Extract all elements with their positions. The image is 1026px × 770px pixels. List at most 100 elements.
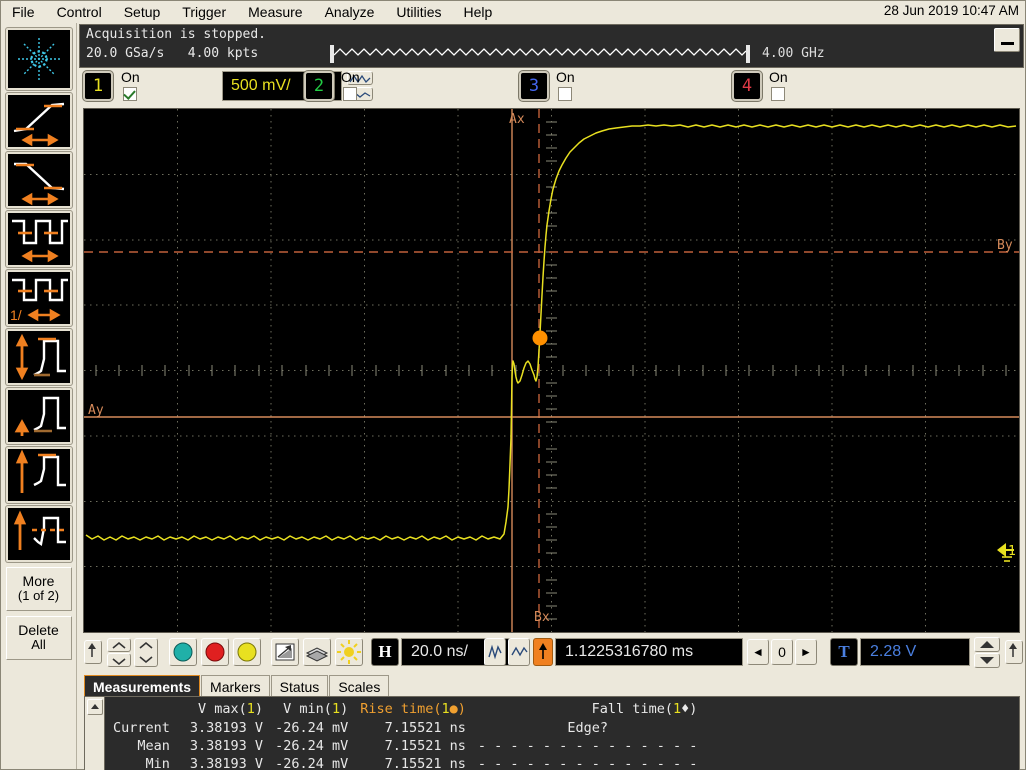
position-ref-icon[interactable] [533, 638, 553, 666]
nav-down-icon[interactable] [107, 653, 131, 667]
bandwidth-label: 4.00 GHz [762, 46, 825, 61]
delete-all-sub: All [31, 637, 46, 653]
channel-3-button[interactable]: 3 [519, 71, 549, 101]
brightness-icon[interactable] [335, 638, 363, 666]
menu-item-measure[interactable]: Measure [237, 3, 313, 21]
horizontal-icon-label: H [378, 642, 392, 661]
tab-markers[interactable]: Markers [201, 675, 270, 697]
color-grade-red-button[interactable] [201, 638, 229, 666]
channel-2-button[interactable]: 2 [304, 71, 334, 101]
cell-current-rise: 7.15521 ns [384, 720, 466, 736]
tab-measurements[interactable]: Measurements [84, 675, 201, 697]
tab-status[interactable]: Status [270, 675, 329, 697]
cell-min-vmin: -26.24 mV [275, 756, 349, 770]
menu-item-trigger[interactable]: Trigger [171, 3, 237, 21]
horizontal-roll-icon[interactable] [508, 638, 530, 666]
average-icon[interactable] [5, 506, 72, 562]
rise-time-marker [532, 330, 548, 346]
color-grade-teal-button[interactable] [169, 638, 197, 666]
cell-mean-fall: - - - - - - - - - - - - - - [477, 738, 698, 754]
horizontal-icon[interactable]: H [371, 638, 399, 666]
column-header-vmin: V min(1) [283, 701, 349, 717]
acquisition-rate-text: 20.0 GSa/s 4.00 kpts [86, 46, 258, 61]
cell-mean-rise: 7.15521 ns [384, 738, 466, 754]
menu-item-utilities[interactable]: Utilities [385, 3, 452, 21]
measurements-panel: V max(1) V min(1) Rise time(1●) Fall tim… [84, 696, 1020, 770]
scroll-up-icon[interactable] [87, 699, 103, 715]
channel-1-on-label: On [121, 69, 140, 85]
tab-scales[interactable]: Scales [329, 675, 390, 697]
table-row: Min 3.38193 V -26.24 mV 7.15521 ns - - -… [107, 755, 703, 770]
nav-up-icon[interactable] [107, 638, 131, 652]
column-header-fall-time: Fall time(1♦) [591, 701, 698, 717]
trigger-increase-icon[interactable] [974, 637, 1000, 652]
peak-to-peak-icon[interactable] [5, 447, 72, 503]
channel-4-checkbox[interactable] [771, 87, 785, 101]
segment-number[interactable]: 0 [771, 639, 793, 665]
bandwidth-waveform-indicator [330, 45, 750, 63]
column-header-rise-time: Rise time(1●) [360, 701, 466, 717]
channel-1-checkbox[interactable] [123, 87, 137, 101]
row-label-min: Min [145, 756, 170, 770]
trigger-icon[interactable]: T [830, 638, 858, 666]
channel-3-checkbox[interactable] [558, 87, 572, 101]
acquisition-status-bar: Acquisition is stopped. 20.0 GSa/s 4.00 … [79, 24, 1024, 68]
trigger-mode-icon[interactable] [1005, 640, 1023, 664]
trigger-level-field[interactable]: 2.28 V [860, 638, 970, 666]
trigger-level-up-icon[interactable] [84, 640, 102, 664]
waveform-display[interactable]: Ax Bx By Ay 1 [83, 108, 1020, 633]
menu-item-setup[interactable]: Setup [113, 3, 172, 21]
minimize-button[interactable] [994, 28, 1020, 52]
print-icon[interactable] [303, 638, 331, 666]
main-panel: Acquisition is stopped. 20.0 GSa/s 4.00 … [78, 23, 1025, 770]
nav-expand-icon[interactable] [134, 638, 158, 667]
channel-toolbar: 1 On 500 mV/ 2 On 3 On 4 On [79, 69, 1024, 104]
more-button-sub: (1 of 2) [17, 588, 60, 604]
menu-item-help[interactable]: Help [453, 3, 504, 21]
persistence-icon[interactable] [271, 638, 299, 666]
delete-all-button[interactable]: Delete All [5, 616, 72, 661]
delete-all-label: Delete [18, 622, 59, 639]
trigger-icon-label: T [838, 642, 850, 661]
acquisition-status-text: Acquisition is stopped. [86, 27, 267, 42]
svg-text:1/: 1/ [10, 307, 22, 323]
base-icon[interactable] [5, 388, 72, 444]
svg-text:Bx: Bx [534, 610, 550, 625]
cell-mean-vmin: -26.24 mV [275, 738, 349, 754]
column-header-vmax: V max(1) [198, 701, 264, 717]
period-icon[interactable] [5, 211, 72, 267]
channel-4-button[interactable]: 4 [732, 71, 762, 101]
segment-prev-button[interactable]: ◄ [747, 639, 769, 665]
fall-time-icon[interactable] [5, 152, 72, 208]
channel-1-button[interactable]: 1 [83, 71, 113, 101]
table-corner [107, 700, 184, 719]
cell-mean-vmax: 3.38193 V [189, 738, 264, 754]
oscilloscope-app: File Control Setup Trigger Measure Analy… [0, 0, 1026, 770]
delay-field[interactable]: 1.1225316780 ms [555, 638, 743, 666]
channel-4-on-label: On [769, 69, 788, 85]
amplitude-icon[interactable] [5, 329, 72, 385]
memory-depth: 4.00 kpts [187, 46, 259, 61]
cell-current-fall: Edge? [567, 720, 608, 736]
svg-text:Ay: Ay [88, 403, 104, 418]
svg-text:Ax: Ax [509, 112, 525, 127]
table-row: Current 3.38193 V -26.24 mV 7.15521 ns E… [107, 719, 703, 737]
cell-current-vmin: -26.24 mV [275, 720, 349, 736]
table-row: Mean 3.38193 V -26.24 mV 7.15521 ns - - … [107, 737, 703, 755]
sample-rate: 20.0 GSa/s [86, 46, 165, 61]
measurements-scrollbar[interactable] [85, 697, 105, 770]
segment-next-button[interactable]: ► [795, 639, 817, 665]
channel-3-on-label: On [556, 69, 575, 85]
more-button[interactable]: More (1 of 2) [5, 567, 72, 612]
channel-2-checkbox[interactable] [343, 87, 357, 101]
measure-all-icon[interactable] [5, 28, 72, 90]
frequency-icon[interactable]: 1/ [5, 270, 72, 326]
horizontal-zoom-icon[interactable] [484, 638, 506, 666]
trigger-decrease-icon[interactable] [974, 653, 1000, 668]
table-header-row: V max(1) V min(1) Rise time(1●) Fall tim… [107, 700, 703, 719]
menu-item-analyze[interactable]: Analyze [314, 3, 386, 21]
menu-item-control[interactable]: Control [46, 3, 113, 21]
color-grade-yellow-button[interactable] [233, 638, 261, 666]
rise-time-icon[interactable] [5, 93, 72, 149]
menu-item-file[interactable]: File [1, 3, 46, 21]
